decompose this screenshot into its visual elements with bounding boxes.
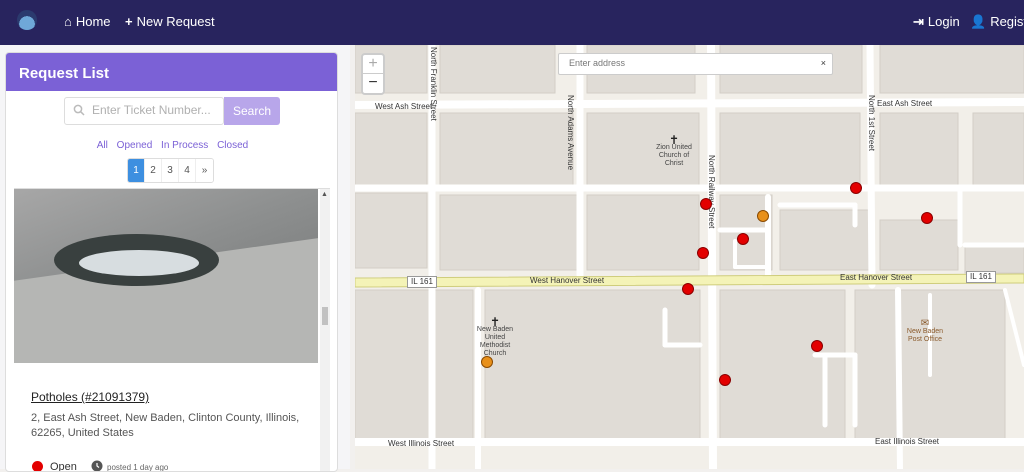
user-plus-icon: 👤: [970, 14, 987, 29]
login-link[interactable]: ⇥ Login: [913, 14, 960, 30]
clear-address-button[interactable]: ×: [821, 58, 826, 68]
status-dot-icon: [32, 461, 43, 471]
street-label-north-railway: North Railway Street: [707, 155, 716, 229]
poi-methodist-church: ✝ New Baden United Methodist Church: [472, 315, 518, 358]
request-marker-open[interactable]: [682, 283, 694, 295]
map-view[interactable]: + − × West Ash Street East Ash Street No…: [355, 45, 1024, 469]
filter-all[interactable]: All: [97, 140, 108, 151]
street-label-east-ash: East Ash Street: [877, 99, 933, 108]
poi-zion-church: ✝ Zion United Church of Christ: [650, 133, 698, 168]
request-card[interactable]: ▲ Potholes (#21091379) 2, East Ash Stree…: [14, 188, 330, 472]
posted-time: posted 1 day ago: [107, 463, 169, 472]
plus-icon: +: [125, 14, 133, 29]
zoom-out-button[interactable]: −: [363, 74, 383, 93]
page-2[interactable]: 2: [145, 159, 162, 182]
filter-closed[interactable]: Closed: [217, 140, 248, 151]
scroll-up-icon[interactable]: ▲: [321, 191, 328, 198]
page-3[interactable]: 3: [162, 159, 179, 182]
pagination: 1 2 3 4 »: [127, 158, 214, 183]
filter-opened[interactable]: Opened: [117, 140, 153, 151]
street-label-north-1st: North 1st Street: [867, 95, 876, 152]
mail-icon: ✉: [920, 318, 930, 329]
request-marker-open[interactable]: [697, 247, 709, 259]
church-icon: ✝: [489, 315, 501, 329]
address-input[interactable]: [569, 58, 809, 68]
home-link[interactable]: ⌂ Home: [64, 14, 111, 29]
street-label-west-illinois: West Illinois Street: [388, 439, 455, 448]
status-filters: All Opened In Process Closed: [6, 140, 337, 151]
request-sidebar: Request List Search All Opened In Proces…: [0, 45, 350, 472]
address-search[interactable]: ×: [558, 53, 833, 75]
request-marker-open[interactable]: [737, 233, 749, 245]
request-marker-in-process[interactable]: [757, 210, 769, 222]
route-shield-west: IL 161: [407, 276, 437, 288]
sign-in-icon: ⇥: [913, 14, 924, 29]
request-photo: [14, 189, 318, 363]
route-shield-east: IL 161: [966, 271, 996, 283]
street-label-north-adams: North Adams Avenue: [566, 95, 575, 171]
page-next[interactable]: »: [196, 159, 213, 182]
request-marker-open[interactable]: [719, 374, 731, 386]
zoom-in-button[interactable]: +: [363, 55, 383, 74]
street-label-east-illinois: East Illinois Street: [875, 437, 940, 446]
request-marker-in-process[interactable]: [481, 356, 493, 368]
list-scrollbar[interactable]: ▲: [320, 189, 330, 471]
ticket-search-field[interactable]: [64, 97, 224, 125]
request-marker-open[interactable]: [921, 212, 933, 224]
app-logo[interactable]: [17, 10, 37, 30]
search-button[interactable]: Search: [224, 97, 280, 125]
zoom-control: + −: [361, 53, 385, 95]
register-link[interactable]: 👤Registe: [970, 14, 1024, 30]
poi-post-office: ✉ New Baden Post Office: [900, 318, 950, 344]
street-label-east-hanover: East Hanover Street: [840, 273, 913, 282]
page-4[interactable]: 4: [179, 159, 196, 182]
clock-icon: [91, 460, 103, 471]
top-navbar: ⌂Home +New Request ⇥Login 👤Registe: [0, 0, 1024, 45]
status-label: Open: [50, 461, 77, 472]
request-title-link[interactable]: Potholes (#21091379): [31, 390, 149, 404]
request-address: 2, East Ash Street, New Baden, Clinton C…: [31, 412, 300, 439]
filter-in-process[interactable]: In Process: [161, 140, 208, 151]
map-base: [355, 45, 1024, 469]
new-request-link[interactable]: + New Request: [125, 14, 215, 29]
panel-title: Request List: [6, 53, 337, 91]
street-label-north-franklin: North Franklin Street: [429, 47, 438, 121]
street-label-west-ash: West Ash Street: [375, 102, 433, 111]
home-icon: ⌂: [64, 14, 72, 29]
ticket-search-input[interactable]: [92, 103, 220, 117]
request-list-panel: Request List Search All Opened In Proces…: [5, 52, 338, 472]
church-icon: ✝: [668, 133, 680, 147]
scroll-thumb[interactable]: [322, 307, 328, 325]
street-label-west-hanover: West Hanover Street: [530, 276, 605, 285]
page-1[interactable]: 1: [128, 159, 145, 182]
search-icon: [73, 104, 85, 116]
request-marker-open[interactable]: [850, 182, 862, 194]
request-marker-open[interactable]: [700, 198, 712, 210]
request-marker-open[interactable]: [811, 340, 823, 352]
